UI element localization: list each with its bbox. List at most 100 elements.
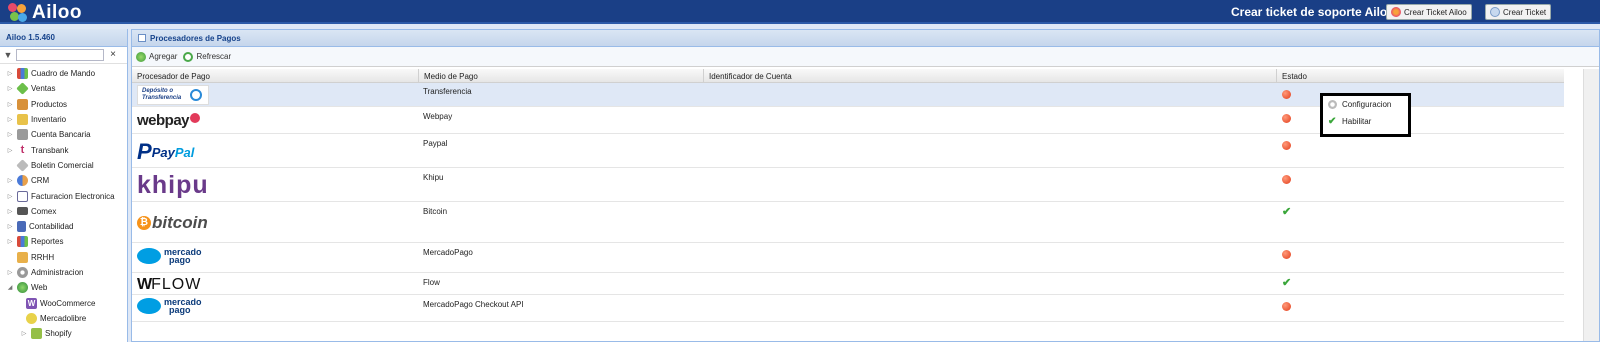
create-ticket-ailoo-button[interactable]: Crear Ticket Ailoo xyxy=(1386,4,1472,20)
sidebar-filter-input[interactable] xyxy=(16,49,104,61)
column-header-estado[interactable]: Estado xyxy=(1277,69,1564,83)
expand-arrow-icon[interactable]: ▷ xyxy=(6,238,14,245)
refresh-button[interactable]: Refrescar xyxy=(183,51,231,62)
sidebar-item-comex[interactable]: ▷ Comex xyxy=(0,204,127,219)
brand: Ailoo xyxy=(8,2,82,24)
table-row[interactable]: ₿ bitcoin Bitcoin ✔ xyxy=(132,203,1564,243)
expand-arrow-icon[interactable]: ▷ xyxy=(6,177,14,184)
status-disabled-icon xyxy=(1282,114,1291,123)
status-disabled-icon xyxy=(1282,175,1291,184)
tag-icon xyxy=(16,82,29,96)
truck-icon xyxy=(17,207,28,216)
sidebar-item-mercadolibre[interactable]: Mercadolibre xyxy=(0,311,127,326)
webpay-logo: webpay xyxy=(137,112,201,129)
gear-icon xyxy=(1328,100,1337,109)
sidebar-filter: ▼ × xyxy=(0,47,127,64)
sidebar-item-web[interactable]: ◢ Web xyxy=(0,280,127,295)
expand-arrow-icon[interactable]: ▷ xyxy=(6,223,14,230)
sidebar-item-boletin-comercial[interactable]: Boletin Comercial xyxy=(0,158,127,173)
box-icon xyxy=(17,98,28,110)
status-disabled-icon xyxy=(1282,90,1291,99)
status-enabled-check-icon: ✔ xyxy=(1282,277,1292,289)
package-icon xyxy=(17,114,28,126)
table-row[interactable]: mercado pago MercadoPago Checkout API xyxy=(132,296,1564,322)
khipu-logo: khipu xyxy=(137,171,209,199)
chart-icon xyxy=(17,68,28,80)
expand-arrow-icon[interactable]: ▷ xyxy=(6,131,14,138)
users-icon xyxy=(17,175,28,187)
collapse-arrow-icon[interactable]: ◢ xyxy=(6,284,14,291)
column-header-medio[interactable]: Medio de Pago xyxy=(419,69,704,83)
sidebar-item-cuadro-de-mando[interactable]: ▷ Cuadro de Mando xyxy=(0,66,127,81)
expand-arrow-icon[interactable]: ▷ xyxy=(6,269,14,276)
mercadopago-logo: mercado pago xyxy=(137,248,202,265)
create-ticket-button[interactable]: Crear Ticket xyxy=(1485,4,1552,20)
status-disabled-icon xyxy=(1282,250,1291,259)
sidebar-item-shopify[interactable]: ▷ Shopify xyxy=(0,326,127,341)
expand-arrow-icon[interactable]: ▷ xyxy=(6,208,14,215)
expand-arrow-icon[interactable]: ▷ xyxy=(6,101,14,108)
sidebar: Ailoo 1.5.460 ▼ × ▷ Cuadro de Mando ▷ Vent… xyxy=(0,29,128,342)
table-row[interactable]: W FLOW Flow ✔ xyxy=(132,274,1564,295)
clear-filter-icon[interactable]: × xyxy=(107,49,119,61)
sidebar-item-cuenta-bancaria[interactable]: ▷ Cuenta Bancaria xyxy=(0,127,127,142)
folder-users-icon xyxy=(17,251,28,263)
report-icon xyxy=(17,236,28,248)
sidebar-item-contabilidad[interactable]: ▷ Contabilidad xyxy=(0,219,127,234)
expand-arrow-icon[interactable]: ▷ xyxy=(6,85,14,92)
tag-gray-icon xyxy=(16,159,29,172)
sidebar-item-rrhh[interactable]: RRHH xyxy=(0,250,127,265)
table-row[interactable]: mercado pago MercadoPago xyxy=(132,244,1564,273)
menu-item-configuracion[interactable]: Configuracion xyxy=(1323,96,1408,113)
transfer-icon xyxy=(190,89,202,101)
sidebar-item-transbank[interactable]: ▷ t Transbank xyxy=(0,142,127,157)
sidebar-item-administracion[interactable]: ▷ Administracion xyxy=(0,265,127,280)
flow-logo: W FLOW xyxy=(137,276,202,293)
check-icon: ✔ xyxy=(1328,116,1337,127)
mercadolibre-icon xyxy=(26,312,37,324)
expand-arrow-icon[interactable]: ▷ xyxy=(6,147,14,154)
calculator-icon xyxy=(17,221,26,233)
sidebar-item-inventario[interactable]: ▷ Inventario xyxy=(0,112,127,127)
sidebar-tree: ▷ Cuadro de Mando ▷ Ventas ▷ Productos ▷ Inv… xyxy=(0,64,127,341)
sidebar-item-ventas[interactable]: ▷ Ventas xyxy=(0,81,127,96)
menu-item-habilitar[interactable]: ✔ Habilitar xyxy=(1323,113,1408,130)
column-header-identificador[interactable]: Identificador de Cuenta xyxy=(704,69,1277,83)
ticket-icon xyxy=(1490,7,1500,17)
status-disabled-icon xyxy=(1282,302,1291,311)
panel-header: Procesadores de Pagos xyxy=(132,30,1599,47)
row-context-menu: Configuracion ✔ Habilitar xyxy=(1320,93,1411,137)
filter-icon[interactable]: ▼ xyxy=(3,50,13,60)
vertical-scrollbar[interactable] xyxy=(1583,69,1599,341)
sidebar-item-reportes[interactable]: ▷ Reportes xyxy=(0,234,127,249)
column-header-processor[interactable]: Procesador de Pago xyxy=(132,69,419,83)
document-icon xyxy=(17,190,28,202)
toolbar: Agregar Refrescar xyxy=(132,47,1599,67)
refresh-icon xyxy=(183,51,194,62)
sidebar-item-productos[interactable]: ▷ Productos xyxy=(0,97,127,112)
expand-arrow-icon[interactable]: ▷ xyxy=(6,70,14,77)
table-row[interactable]: P Pay Pal Paypal xyxy=(132,135,1564,168)
sidebar-item-woocommerce[interactable]: W WooCommerce xyxy=(0,295,127,310)
sidebar-item-facturacion-electronica[interactable]: ▷ Facturacion Electronica xyxy=(0,188,127,203)
top-bar: Ailoo Crear ticket de soporte Ailoo ☛ Cr… xyxy=(0,0,1600,24)
table-row[interactable]: khipu Khipu xyxy=(132,169,1564,202)
status-enabled-check-icon: ✔ xyxy=(1282,206,1292,218)
panel-title: Procesadores de Pagos xyxy=(150,33,241,43)
add-button[interactable]: Agregar xyxy=(136,51,177,62)
deposito-transferencia-logo: Depósito o Transferencia xyxy=(137,85,209,105)
version-label: Ailoo 1.5.460 xyxy=(0,29,127,47)
ailoo-icon xyxy=(1391,7,1401,17)
expand-arrow-icon[interactable]: ▷ xyxy=(6,193,14,200)
expand-arrow-icon[interactable]: ▷ xyxy=(6,116,14,123)
gear-icon xyxy=(17,267,28,278)
transbank-icon: t xyxy=(20,143,25,156)
panel-icon xyxy=(138,34,146,42)
expand-arrow-icon[interactable]: ▷ xyxy=(20,330,28,337)
sidebar-item-crm[interactable]: ▷ CRM xyxy=(0,173,127,188)
bank-icon xyxy=(17,129,28,141)
ailoo-logo-icon xyxy=(8,3,28,23)
woocommerce-icon: W xyxy=(26,297,37,309)
grid-header: Procesador de Pago Medio de Pago Identif… xyxy=(132,69,1564,83)
brand-name: Ailoo xyxy=(32,2,82,23)
